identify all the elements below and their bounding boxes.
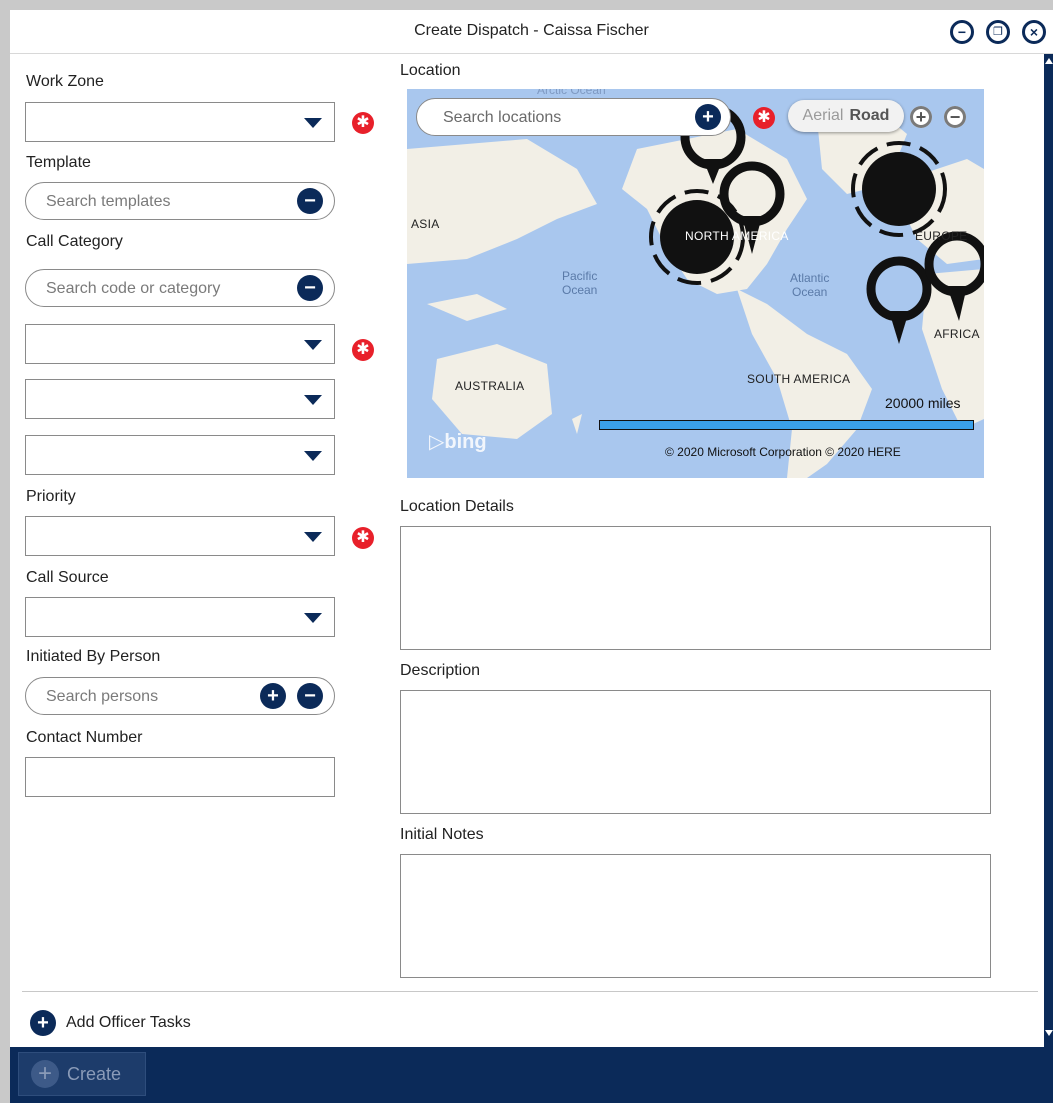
location-search-input[interactable]	[443, 107, 683, 129]
map-style-toggle[interactable]: Aerial Road	[788, 100, 904, 132]
footer-bar: + Create	[10, 1047, 1053, 1103]
location-search-field: +	[416, 98, 731, 136]
location-details-label: Location Details	[400, 498, 514, 515]
map-label-europe: EUROPE	[915, 229, 968, 243]
call-category-search-field: −	[25, 269, 335, 307]
add-person-button[interactable]: +	[260, 683, 286, 709]
map-label-arctic: Arctic Ocean	[537, 89, 606, 97]
call-category-label: Call Category	[26, 233, 123, 250]
priority-dropdown[interactable]	[25, 516, 335, 556]
chevron-down-icon	[304, 451, 322, 461]
required-icon: ✱	[352, 527, 374, 549]
template-label: Template	[26, 154, 91, 171]
initiated-by-search-field: + −	[25, 677, 335, 715]
scroll-up-icon[interactable]	[1045, 58, 1053, 64]
map-scale-bar	[599, 420, 974, 430]
restore-icon: ❐	[993, 25, 1003, 38]
work-zone-dropdown[interactable]	[25, 102, 335, 142]
window-title: Create Dispatch - Caissa Fischer	[414, 22, 649, 39]
scroll-down-icon[interactable]	[1045, 1030, 1053, 1036]
chevron-down-icon	[304, 118, 322, 128]
minus-icon: −	[304, 685, 316, 707]
call-source-dropdown[interactable]	[25, 597, 335, 637]
map-label-asia: ASIA	[411, 217, 440, 231]
map-label-atlantic: Atlantic Ocean	[790, 271, 830, 299]
bing-logo: ▷bing	[429, 429, 487, 454]
chevron-down-icon	[304, 532, 322, 542]
description-field[interactable]	[400, 690, 991, 814]
zoom-in-button[interactable]: +	[910, 106, 932, 128]
persons-search-input[interactable]	[46, 686, 266, 708]
map-scale-label: 20000 miles	[885, 395, 961, 411]
minimize-button[interactable]: −	[950, 20, 974, 44]
initial-notes-label: Initial Notes	[400, 826, 484, 843]
description-label: Description	[400, 662, 481, 679]
category-dropdown-1[interactable]	[25, 324, 335, 364]
add-officer-tasks-button[interactable]: + Add Officer Tasks	[30, 1010, 191, 1036]
template-search-input[interactable]	[46, 191, 266, 213]
vertical-scrollbar[interactable]	[1044, 54, 1053, 1047]
contact-number-field[interactable]	[25, 757, 335, 797]
restore-button[interactable]: ❐	[986, 20, 1010, 44]
required-icon: ✱	[753, 107, 775, 129]
category-dropdown-3[interactable]	[25, 435, 335, 475]
minus-icon: −	[957, 24, 967, 40]
close-icon: ×	[1029, 24, 1039, 40]
add-officer-tasks-label: Add Officer Tasks	[66, 1014, 191, 1031]
bing-text: bing	[444, 431, 487, 453]
map-label-africa: AFRICA	[934, 327, 980, 341]
plus-icon: +	[915, 107, 927, 127]
required-icon: ✱	[352, 339, 374, 361]
clear-person-button[interactable]: −	[297, 683, 323, 709]
map-label-pacific: Pacific Ocean	[562, 269, 598, 297]
call-category-search-input[interactable]	[46, 278, 266, 300]
initiated-by-label: Initiated By Person	[26, 648, 161, 665]
minus-icon: −	[949, 107, 961, 127]
contact-number-label: Contact Number	[26, 729, 143, 746]
bing-icon: ▷	[429, 431, 445, 453]
location-label: Location	[400, 62, 461, 79]
work-zone-label: Work Zone	[26, 73, 104, 90]
clear-template-button[interactable]: −	[297, 188, 323, 214]
section-divider	[22, 991, 1038, 992]
title-bar: Create Dispatch - Caissa Fischer − ❐ ×	[10, 10, 1053, 54]
zoom-out-button[interactable]: −	[944, 106, 966, 128]
aerial-option[interactable]: Aerial	[803, 107, 844, 125]
category-dropdown-2[interactable]	[25, 379, 335, 419]
call-source-label: Call Source	[26, 569, 109, 586]
location-map[interactable]: + ✱ Aerial Road + − ASIA AUSTRALIA SOUTH…	[407, 89, 984, 478]
required-icon: ✱	[352, 112, 374, 134]
window-frame-top	[0, 0, 1053, 10]
plus-icon: +	[267, 685, 279, 707]
create-label: Create	[67, 1063, 122, 1084]
map-label-north-america: NORTH AMERICA	[685, 229, 789, 243]
add-location-button[interactable]: +	[695, 104, 721, 130]
chevron-down-icon	[304, 395, 322, 405]
map-copyright: © 2020 Microsoft Corporation © 2020 HERE	[665, 445, 901, 459]
minus-icon: −	[304, 190, 316, 212]
minus-icon: −	[304, 277, 316, 299]
initial-notes-field[interactable]	[400, 854, 991, 978]
plus-icon: +	[702, 106, 714, 128]
priority-label: Priority	[26, 488, 76, 505]
road-option[interactable]: Road	[849, 107, 889, 125]
chevron-down-icon	[304, 613, 322, 623]
map-label-south-america: SOUTH AMERICA	[747, 372, 851, 386]
location-details-field[interactable]	[400, 526, 991, 650]
chevron-down-icon	[304, 340, 322, 350]
create-button[interactable]: + Create	[18, 1052, 146, 1096]
clear-category-button[interactable]: −	[297, 275, 323, 301]
map-label-australia: AUSTRALIA	[455, 379, 525, 393]
close-button[interactable]: ×	[1022, 20, 1046, 44]
plus-icon: +	[30, 1010, 56, 1036]
plus-icon: +	[31, 1060, 59, 1088]
template-search-field: −	[25, 182, 335, 220]
